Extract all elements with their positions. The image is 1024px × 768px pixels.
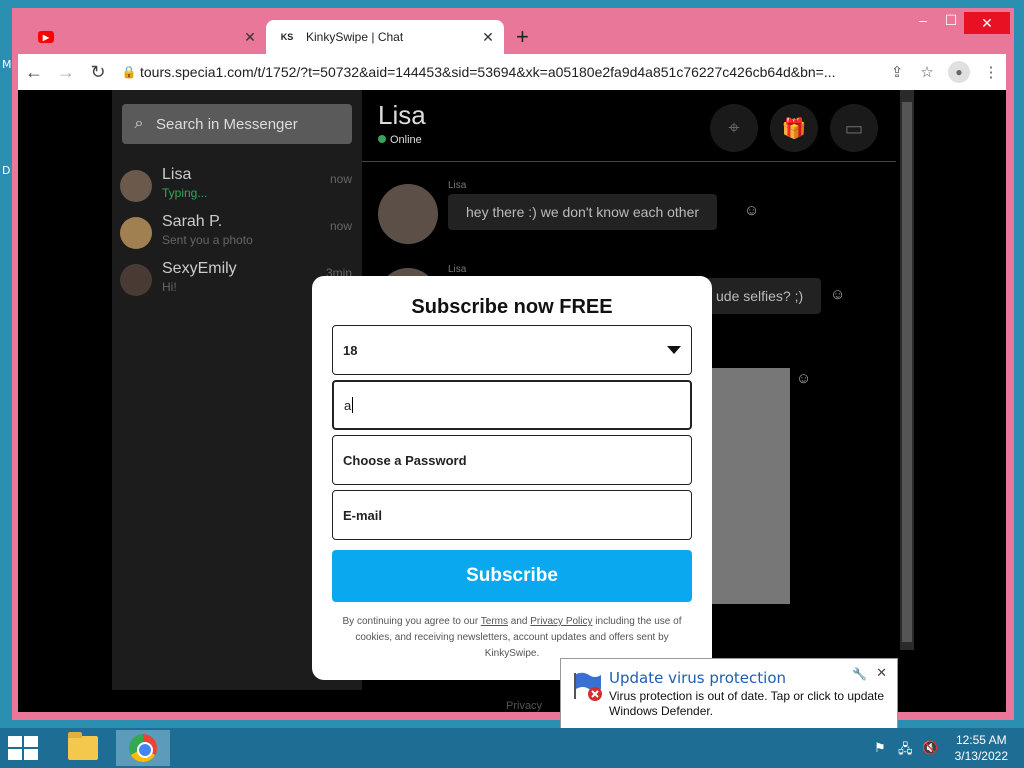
- defender-notification[interactable]: Update virus protection Virus protection…: [560, 658, 898, 730]
- tab-close-icon[interactable]: ✕: [240, 29, 260, 46]
- folder-icon: [68, 732, 98, 760]
- message-sender: Lisa: [448, 180, 467, 191]
- location-pin-icon[interactable]: ⌖: [710, 104, 758, 152]
- avatar: [378, 184, 438, 244]
- messenger-search[interactable]: ⌕ Search in Messenger: [122, 104, 352, 144]
- system-clock[interactable]: 12:55 AM 3/13/2022: [955, 732, 1008, 764]
- age-value: 18: [343, 342, 358, 358]
- forward-icon[interactable]: →: [50, 62, 82, 83]
- volume-muted-icon[interactable]: 🔇: [922, 740, 938, 756]
- settings-wrench-icon[interactable]: 🔧: [852, 667, 867, 681]
- scrollbar-thumb[interactable]: [902, 102, 912, 642]
- close-window-button[interactable]: ✕: [964, 12, 1010, 34]
- taskbar: ⚑ 🖧 🔇 12:55 AM 3/13/2022: [0, 728, 1024, 768]
- start-button[interactable]: [8, 736, 38, 760]
- url-text[interactable]: tours.specia1.com/t/1752/?t=50732&aid=14…: [140, 64, 878, 80]
- contact-name: Lisa: [162, 166, 192, 183]
- page-scrollbar[interactable]: [900, 90, 914, 650]
- tab-close-icon[interactable]: ✕: [478, 29, 498, 46]
- clock-date: 3/13/2022: [954, 749, 1008, 763]
- defender-warning-flag-icon: [574, 672, 602, 701]
- video-camera-icon[interactable]: ▭: [830, 104, 878, 152]
- privacy-link[interactable]: Privacy: [506, 700, 542, 712]
- tab-kinkyswipe[interactable]: KS KinkySwipe | Chat ✕: [266, 20, 504, 54]
- lock-icon[interactable]: 🔒: [118, 65, 140, 79]
- desktop-edge-text: M: [2, 58, 12, 71]
- username-field[interactable]: a: [332, 380, 692, 430]
- maximize-button[interactable]: ☐: [936, 12, 966, 29]
- modal-title: Subscribe now FREE: [411, 296, 613, 318]
- online-status: Online: [378, 134, 422, 146]
- avatar: [120, 217, 152, 249]
- message-bubble: ude selfies? ;): [698, 278, 822, 314]
- contact-name: SexyEmily: [162, 260, 237, 277]
- terms-link[interactable]: Terms: [481, 616, 508, 627]
- age-select[interactable]: 18: [332, 325, 692, 375]
- avatar: [120, 170, 152, 202]
- dropdown-arrow-icon: [667, 346, 681, 354]
- smiley-icon[interactable]: ☺: [796, 370, 811, 387]
- contact-time: now: [329, 219, 352, 233]
- desktop-edge-text: D: [2, 164, 11, 177]
- tab-strip: ▶ ✕ KS KinkySwipe | Chat ✕ + – ☐ ✕: [12, 8, 1014, 54]
- notification-title: Update virus protection: [609, 669, 787, 687]
- action-center-flag-icon[interactable]: ⚑: [874, 740, 886, 756]
- contact-time: now: [329, 172, 352, 186]
- browser-toolbar: ← → ↻ 🔒 tours.specia1.com/t/1752/?t=5073…: [18, 54, 1006, 90]
- reload-icon[interactable]: ↻: [82, 62, 114, 83]
- online-dot-icon: [378, 135, 386, 143]
- kebab-menu-icon[interactable]: ⋮: [976, 63, 1006, 81]
- chrome-icon: [129, 734, 157, 762]
- photo-message[interactable]: [712, 368, 790, 604]
- profile-avatar-icon[interactable]: ●: [948, 61, 970, 83]
- text-caret: [352, 397, 354, 413]
- bookmark-star-icon[interactable]: ☆: [912, 63, 942, 81]
- tab-title: KinkySwipe | Chat: [306, 30, 404, 44]
- share-icon[interactable]: ⇪: [882, 63, 912, 81]
- chrome-taskbar-button[interactable]: [116, 730, 170, 766]
- contact-status: Sent you a photo: [162, 233, 253, 247]
- subscribe-button[interactable]: Subscribe: [332, 550, 692, 602]
- new-tab-button[interactable]: +: [516, 24, 529, 50]
- legal-and: and: [510, 616, 528, 627]
- username-value: a: [344, 397, 352, 413]
- contact-item-sarah[interactable]: Sarah P. Sent you a photo now: [120, 213, 356, 259]
- chat-header: Lisa Online ⌖ 🎁 ▭: [362, 90, 896, 162]
- email-placeholder: E-mail: [343, 507, 383, 523]
- smiley-icon[interactable]: ☺: [744, 202, 759, 219]
- chat-contact-name: Lisa: [378, 100, 426, 130]
- contact-status: Typing...: [162, 186, 208, 200]
- tab-youtube[interactable]: ▶ ✕: [28, 20, 266, 54]
- clock-time: 12:55 AM: [955, 733, 1007, 747]
- minimize-button[interactable]: –: [908, 12, 938, 28]
- close-icon[interactable]: ✕: [876, 665, 887, 681]
- contact-name: Sarah P.: [162, 213, 223, 230]
- gift-icon[interactable]: 🎁: [770, 104, 818, 152]
- search-icon: ⌕: [134, 115, 144, 132]
- message-sender: Lisa: [448, 264, 467, 275]
- site-favicon: KS: [280, 32, 294, 42]
- youtube-icon: ▶: [38, 31, 54, 43]
- status-text: Online: [390, 134, 422, 146]
- contact-status: Hi!: [162, 280, 177, 294]
- network-icon[interactable]: 🖧: [898, 740, 913, 762]
- password-field[interactable]: Choose a Password: [332, 435, 692, 485]
- password-placeholder: Choose a Password: [343, 452, 467, 468]
- file-explorer-button[interactable]: [56, 730, 110, 766]
- avatar: [120, 264, 152, 296]
- privacy-policy-link[interactable]: Privacy Policy: [530, 616, 592, 627]
- address-bar[interactable]: 🔒 tours.specia1.com/t/1752/?t=50732&aid=…: [118, 57, 878, 87]
- contact-item-lisa[interactable]: Lisa Typing... now: [120, 166, 356, 212]
- search-placeholder[interactable]: Search in Messenger: [156, 116, 298, 133]
- legal-text: By continuing you agree to our Terms and…: [342, 614, 682, 662]
- subscribe-modal: Subscribe now FREE 18 a Choose a Passwor…: [312, 276, 712, 680]
- email-field[interactable]: E-mail: [332, 490, 692, 540]
- smiley-icon[interactable]: ☺: [830, 286, 845, 303]
- notification-text: Virus protection is out of date. Tap or …: [609, 689, 885, 718]
- message-bubble: hey there :) we don't know each other: [448, 194, 718, 230]
- back-icon[interactable]: ←: [18, 62, 50, 83]
- legal-prefix: By continuing you agree to our: [342, 616, 479, 627]
